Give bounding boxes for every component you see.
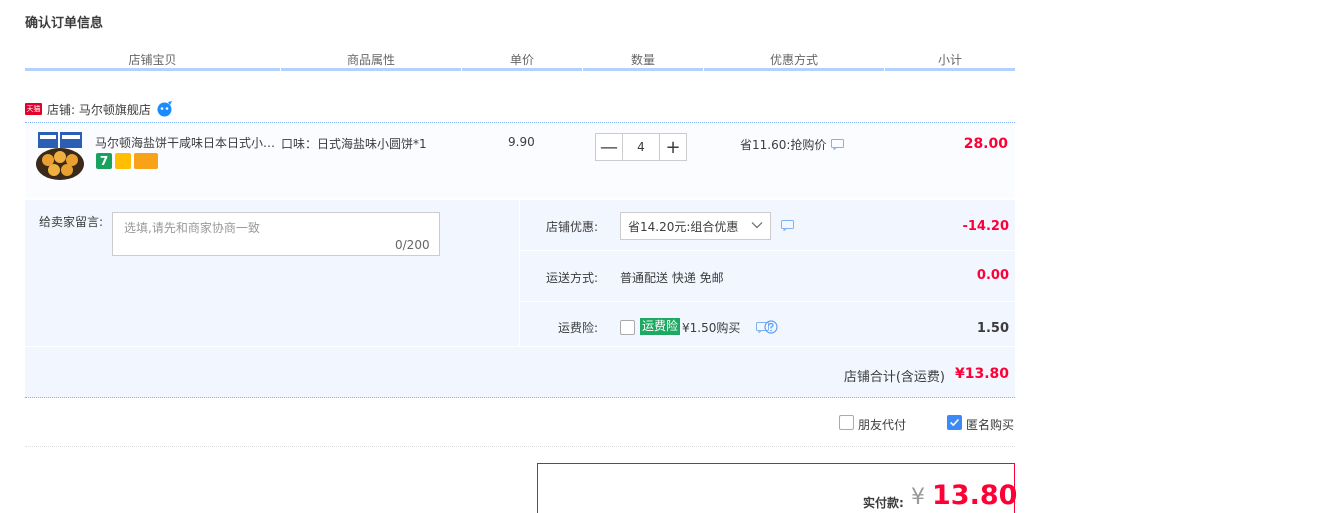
header-underline: [281, 68, 461, 71]
insurance-checkbox[interactable]: [620, 320, 635, 335]
qty-input[interactable]: 4: [623, 133, 659, 161]
card-payment-icon[interactable]: [134, 153, 158, 169]
chat-icon[interactable]: [831, 139, 845, 150]
quantity-stepper: — 4 +: [595, 133, 687, 161]
shop-total-label: 店铺合计(含运费): [843, 370, 945, 385]
qty-minus-button[interactable]: —: [595, 133, 623, 161]
shop-row: 天猫 店铺: 马尔顿旗舰店: [25, 100, 173, 118]
header-underline: [885, 68, 1015, 71]
check-icon: [950, 418, 959, 427]
col-header-attr: 商品属性: [346, 53, 395, 67]
item-attribute: 口味：日式海盐味小圆饼*1: [281, 137, 427, 151]
col-header-item: 店铺宝贝: [128, 53, 177, 67]
qty-plus-button[interactable]: +: [659, 133, 687, 161]
header-underline: [583, 68, 703, 71]
anonymous-checkbox[interactable]: [947, 415, 962, 430]
col-header-price: 单价: [509, 53, 534, 67]
row-divider: [520, 250, 1015, 251]
insurance-value: 1.50: [976, 321, 1009, 336]
insurance-label: 运费险:: [557, 321, 598, 335]
anonymous-label[interactable]: 匿名购买: [966, 416, 1014, 433]
header-underline: [704, 68, 884, 71]
product-thumbnail[interactable]: [34, 130, 86, 182]
shipping-label: 运送方式:: [545, 271, 598, 285]
shipping-method: 普通配送 快递 免邮: [620, 271, 724, 285]
discount-label: 店铺优惠:: [545, 220, 598, 234]
payment-currency: ¥: [911, 485, 925, 510]
row-divider: [25, 346, 1015, 347]
col-header-subtotal: 小计: [937, 53, 962, 67]
friend-pay-checkbox[interactable]: [839, 415, 854, 430]
item-title[interactable]: 马尔顿海盐饼干咸味日本日式小圆饼干: [95, 134, 277, 151]
message-char-count: 0/200: [395, 238, 430, 252]
shop-total-value: ¥13.80: [954, 366, 1009, 382]
friend-pay-label[interactable]: 朋友代付: [858, 416, 906, 433]
discount-select[interactable]: 省14.20元:组合优惠: [620, 212, 771, 240]
discount-value: -14.20: [962, 219, 1009, 234]
discount-selected: 省14.20元:组合优惠: [628, 219, 739, 234]
item-subtotal: 28.00: [963, 136, 1008, 152]
chat-icon[interactable]: [781, 220, 794, 231]
payment-label: 实付款:: [863, 496, 904, 510]
insurance-price: ¥1.50购买: [682, 321, 741, 335]
item-promo-text: 省11.60:抢购价: [740, 138, 827, 152]
guarantee-icon[interactable]: [115, 153, 131, 169]
shop-name[interactable]: 店铺: 马尔顿旗舰店: [47, 101, 151, 118]
col-header-qty: 数量: [630, 53, 655, 67]
payment-amount: 13.80: [932, 480, 1018, 511]
wangwang-icon[interactable]: [156, 101, 173, 117]
page-title: 确认订单信息: [25, 16, 104, 31]
header-underline: [462, 68, 582, 71]
item-unit-price: 9.90: [508, 135, 535, 149]
message-label: 给卖家留言:: [39, 215, 104, 229]
header-underline: [25, 68, 280, 71]
message-placeholder: 选填,请先和商家协商一致: [124, 221, 260, 235]
shipping-value: 0.00: [976, 268, 1009, 283]
chevron-down-icon[interactable]: [751, 219, 763, 231]
tmall-icon: 天猫: [25, 103, 42, 115]
insurance-tag: 运费险: [640, 318, 681, 335]
options-divider: [25, 446, 1015, 447]
service-icons: 7: [96, 153, 158, 169]
help-icon[interactable]: [764, 320, 778, 334]
item-promo: 省11.60:抢购价: [740, 136, 845, 153]
row-divider: [520, 301, 1015, 302]
col-header-promo: 优惠方式: [769, 53, 818, 67]
seven-day-return-icon[interactable]: 7: [96, 153, 112, 169]
